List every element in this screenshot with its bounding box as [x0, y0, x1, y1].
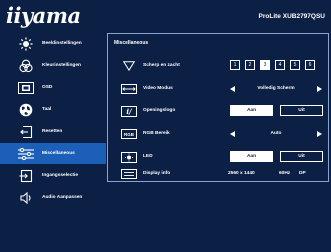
rgb-icon: RGB — [120, 128, 137, 140]
sharpness-label: Scherp en zacht — [143, 63, 180, 68]
sidebar-item-label: Beeldinstellingen — [42, 41, 82, 46]
video-mode-icon — [120, 83, 137, 95]
opening-logo-label: Openingslogo — [143, 108, 176, 113]
rgb-range-prev-arrow[interactable] — [230, 131, 235, 137]
display-info-icon — [120, 168, 137, 180]
osd-icon — [15, 80, 37, 96]
sharpness-row: Scherp en zacht 1 2 3 4 5 6 — [116, 60, 328, 73]
display-refresh-rate: 60Hz — [279, 171, 291, 176]
reset-icon — [15, 124, 37, 140]
rgb-range-label: RGB Bereik — [143, 131, 170, 136]
display-info-label: Display info — [143, 171, 171, 176]
svg-text:RGB: RGB — [124, 132, 135, 137]
sharpness-option-5[interactable]: 5 — [290, 60, 300, 70]
sidebar-item-label: Miscellaneous — [42, 151, 75, 156]
brand-logo: iiyama — [6, 3, 81, 28]
sidebar-item-taal[interactable]: Taal — [0, 99, 106, 120]
rgb-range-next-arrow[interactable] — [317, 131, 322, 137]
display-port: DP — [299, 171, 306, 176]
sidebar-item-label: OSD — [42, 85, 53, 90]
led-icon — [120, 151, 137, 163]
led-row: LED Aan Uit — [116, 151, 328, 164]
display-info-row: Display info 2560 x 1440 60Hz DP — [116, 168, 328, 181]
sharpness-option-2[interactable]: 2 — [245, 60, 255, 70]
logo-icon: i/ — [120, 105, 137, 117]
triangle-down-icon — [120, 60, 137, 72]
led-on-button[interactable]: Aan — [230, 151, 273, 162]
sidebar-item-label: Ingangsselectie — [42, 173, 78, 178]
miscellaneous-panel: Miscellaneous Scherp en zacht 1 2 3 4 5 … — [107, 33, 329, 182]
sidebar-item-audio-aanpassen[interactable]: Audio Aanpassen — [0, 187, 106, 208]
brightness-icon — [15, 36, 37, 52]
sharpness-option-3[interactable]: 3 — [260, 60, 270, 70]
led-label: LED — [143, 154, 153, 159]
video-mode-row: Video Modus Volledig Scherm — [116, 83, 328, 96]
video-mode-label: Video Modus — [143, 86, 173, 91]
settings-icon — [15, 146, 37, 162]
globe-icon — [15, 102, 37, 118]
sidebar-item-kleurinstellingen[interactable]: Kleurinstellingen — [0, 55, 106, 76]
opening-logo-on-button[interactable]: Aan — [230, 105, 273, 116]
sidebar-item-osd[interactable]: OSD — [0, 77, 106, 98]
svg-text:i/: i/ — [126, 107, 133, 116]
sidebar-item-beeldinstellingen[interactable]: Beeldinstellingen — [0, 33, 106, 54]
opening-logo-off-button[interactable]: Uit — [280, 105, 323, 116]
panel-title: Miscellaneous — [114, 40, 149, 46]
speaker-icon — [15, 190, 37, 206]
sidebar-item-label: Resetten — [42, 129, 63, 134]
input-icon — [15, 168, 37, 184]
header-bar: iiyama ProLite XUB2797QSU — [0, 0, 331, 33]
sidebar-item-resetten[interactable]: Resetten — [0, 121, 106, 142]
rgb-range-value: Auto — [270, 131, 282, 136]
led-off-button[interactable]: Uit — [280, 151, 323, 162]
sidebar-item-miscellaneous[interactable]: Miscellaneous — [0, 143, 106, 164]
sharpness-option-1[interactable]: 1 — [230, 60, 240, 70]
sidebar-item-label: Kleurinstellingen — [42, 63, 81, 68]
sharpness-option-6[interactable]: 6 — [305, 60, 315, 70]
video-mode-value: Volledig Scherm — [257, 86, 295, 91]
sidebar-item-label: Taal — [42, 107, 52, 112]
rgb-range-row: RGB RGB Bereik Auto — [116, 128, 328, 141]
model-name: ProLite XUB2797QSU — [258, 13, 325, 20]
color-icon — [15, 58, 37, 74]
video-mode-next-arrow[interactable] — [317, 86, 322, 92]
sidebar-item-label: Audio Aanpassen — [42, 195, 83, 200]
video-mode-prev-arrow[interactable] — [230, 86, 235, 92]
display-resolution: 2560 x 1440 — [228, 171, 255, 176]
sidebar: Beeldinstellingen Kleurinstellingen OSD … — [0, 33, 106, 252]
opening-logo-row: i/ Openingslogo Aan Uit — [116, 105, 328, 118]
sharpness-option-4[interactable]: 4 — [275, 60, 285, 70]
sidebar-item-ingangsselectie[interactable]: Ingangsselectie — [0, 165, 106, 186]
